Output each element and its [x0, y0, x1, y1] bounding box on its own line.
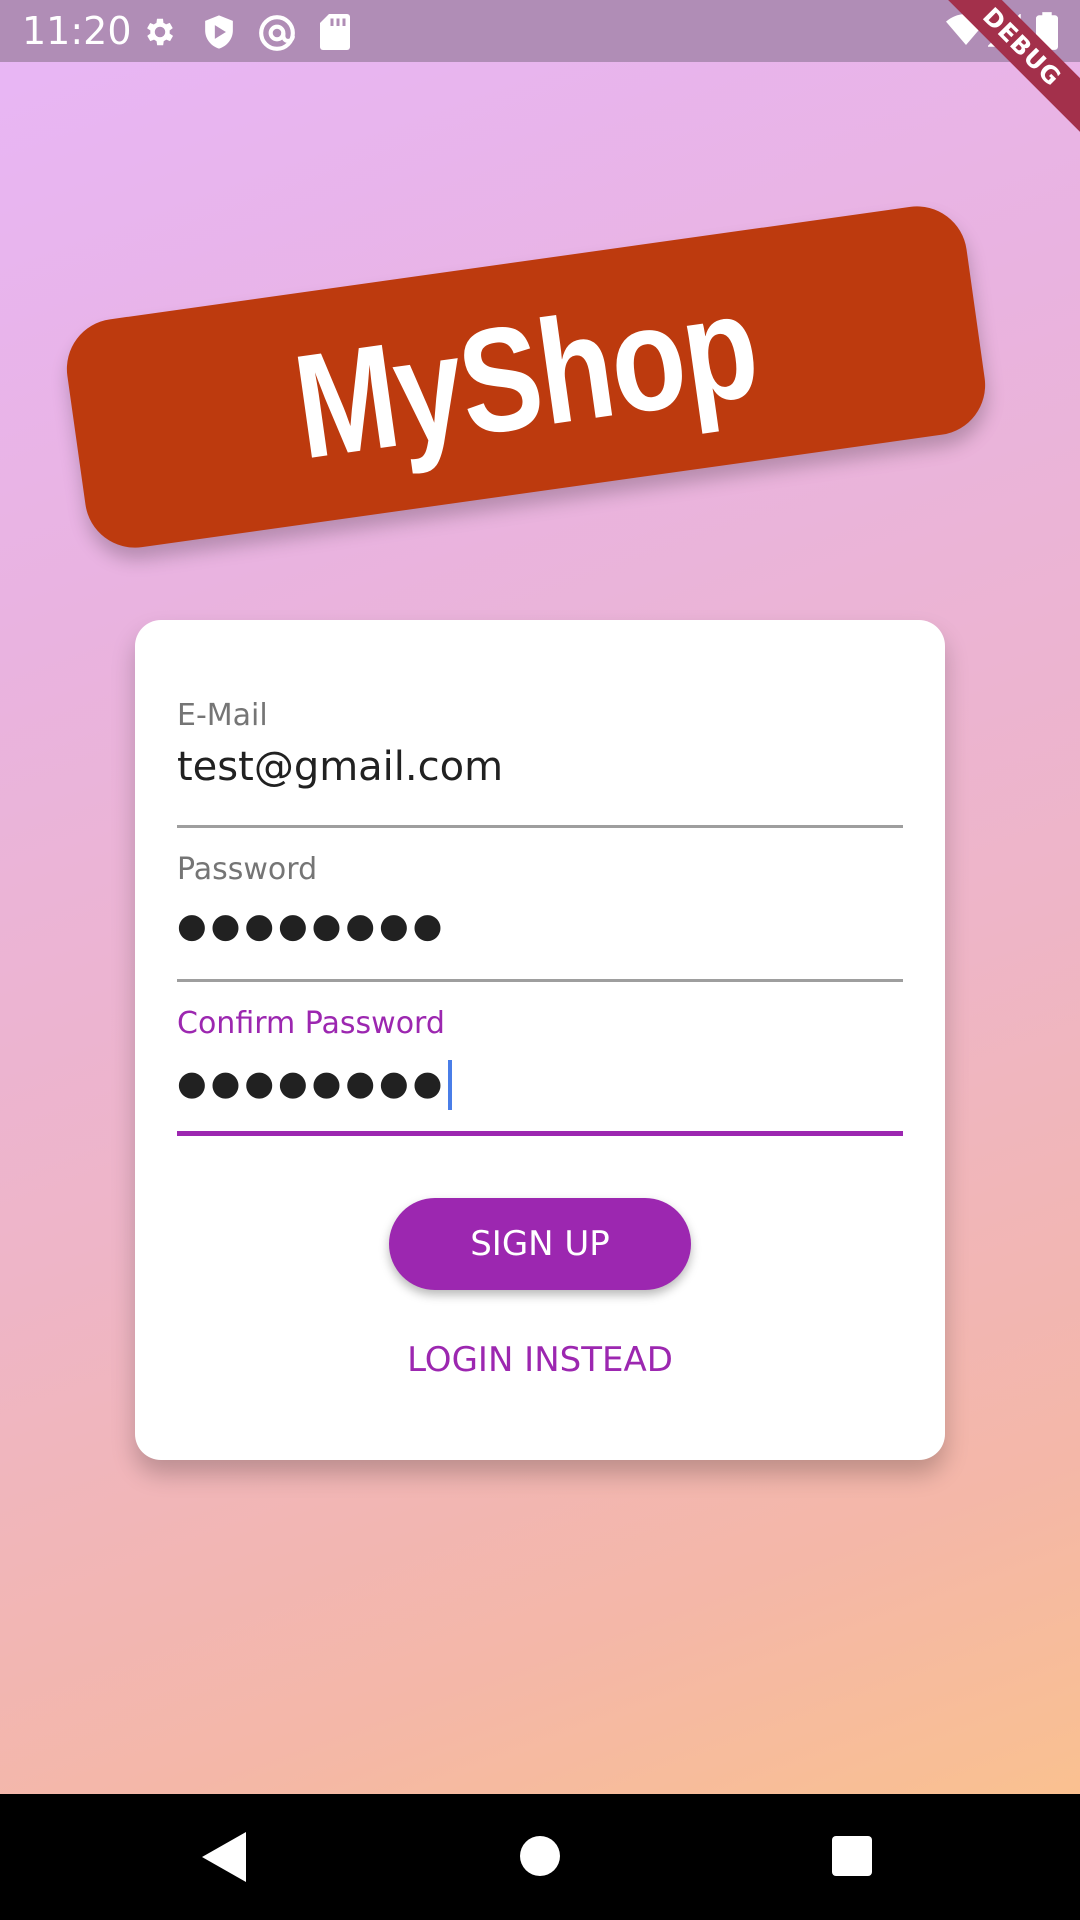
status-bar: 11:20 — [0, 0, 1080, 62]
logo-text: MyShop — [285, 262, 767, 491]
password-field[interactable]: Password ●●●●●●●● — [177, 852, 903, 982]
back-icon[interactable] — [202, 1832, 246, 1882]
confirm-password-label: Confirm Password — [177, 1006, 445, 1041]
auth-card: E-Mail test@gmail.com Password ●●●●●●●● … — [135, 620, 945, 1460]
email-value: test@gmail.com — [177, 744, 504, 790]
nav-bar — [0, 1794, 1080, 1920]
confirm-password-field[interactable]: Confirm Password ●●●●●●●● — [177, 1006, 903, 1136]
password-label: Password — [177, 852, 318, 887]
email-label: E-Mail — [177, 698, 268, 733]
signup-button[interactable]: SIGN UP — [389, 1198, 691, 1290]
at-sign-icon — [259, 15, 295, 51]
settings-icon — [147, 18, 174, 46]
login-instead-button[interactable]: LOGIN INSTEAD — [315, 1328, 765, 1392]
text-cursor — [448, 1060, 453, 1110]
confirm-password-input: ●●●●●●●● — [177, 1060, 453, 1110]
confirm-password-value: ●●●●●●●● — [177, 1063, 447, 1104]
status-time: 11:20 — [22, 9, 132, 53]
sd-card-icon — [320, 14, 350, 50]
logo-badge: MyShop — [60, 199, 992, 555]
shield-play-icon — [205, 15, 233, 49]
email-field[interactable]: E-Mail test@gmail.com — [177, 698, 903, 828]
password-value: ●●●●●●●● — [177, 906, 447, 946]
recents-icon[interactable] — [832, 1836, 872, 1876]
screen: 11:20 DEBUG MyShop E-Mail test@gmail.com… — [0, 0, 1080, 1920]
home-icon[interactable] — [520, 1836, 560, 1876]
